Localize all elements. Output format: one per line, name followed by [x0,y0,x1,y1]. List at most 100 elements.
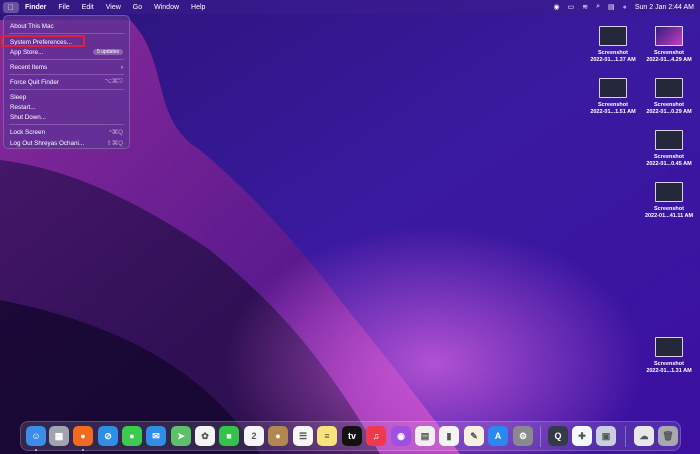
menu-go[interactable]: Go [127,4,148,11]
chevron-right-icon: › [120,63,123,71]
menu-view[interactable]: View [100,4,127,11]
firefox-icon: ● [80,431,86,441]
music-icon: ♫ [372,431,380,441]
dock-app-notes[interactable]: ≡ [317,426,337,446]
dock-app-plus-app[interactable]: ✚ [572,426,592,446]
finder-icon: ☺ [31,431,41,441]
dock-app-messages[interactable]: ● [122,426,142,446]
dock-app-maps[interactable]: ➤ [171,426,191,446]
separator [9,33,124,34]
desktop-file-screenshot[interactable]: Screenshot 2022-01...1.31 AM [641,337,697,375]
menu-item-log-out[interactable]: Log Out Shreyas Ochani... ⇧⌘Q [10,138,123,148]
dock-app-launchpad[interactable]: ▦ [49,426,69,446]
dock-app-downloads[interactable]: ☁ [634,426,654,446]
separator [9,89,124,90]
messages-icon: ● [129,431,135,441]
dock-app-app-store[interactable]: A [488,426,508,446]
menu-finder[interactable]: Finder [19,4,52,11]
numbers-icon: ▮ [446,430,452,441]
dock-app-system-preferences[interactable]: ⚙ [513,426,533,446]
dock-app-quicktime[interactable]: Q [548,426,568,446]
desktop-file-screenshot[interactable]: Screenshot 2022-01...0.45 AM [641,130,697,168]
label: Shut Down... [10,113,47,121]
user-icon[interactable]: ◉ [553,3,559,11]
dock-app-podcasts[interactable]: ◉ [391,426,411,446]
dock-app-mail[interactable]: ✉ [146,426,166,446]
trash-icon: 🗑 [662,430,674,441]
label: Lock Screen [10,128,46,136]
dock-separator [625,426,626,447]
file-thumbnail [655,130,683,150]
dock-app-reminders[interactable]: ☰ [293,426,313,446]
desktop-file-screenshot[interactable]: Screenshot 2022-01...41.11 AM [641,182,697,220]
facetime-icon: ■ [226,431,232,441]
menu-edit[interactable]: Edit [76,4,100,11]
pages-icon: ✎ [470,430,478,441]
plus-app-icon: ✚ [578,430,586,441]
dock-app-photos[interactable]: ✿ [195,426,215,446]
menu-item-sleep[interactable]: Sleep [10,92,123,102]
menu-item-force-quit[interactable]: Force Quit Finder ⌥⌘⎋ [10,77,123,87]
desktop-file-screenshot[interactable]: Screenshot 2022-01...1.51 AM [585,78,641,116]
search-icon[interactable]: ⌕ [596,3,600,11]
dock-app-tv[interactable]: tv [342,426,362,446]
wifi-icon[interactable]: ≋ [582,3,588,11]
apple-menu-button[interactable]:  [3,1,19,13]
label: Sleep [10,93,27,101]
file-thumbnail [599,78,627,98]
menu-item-about[interactable]: About This Mac [10,21,123,31]
menu-item-app-store[interactable]: App Store... 5 updates [10,47,123,57]
dock-app-preview[interactable]: ▣ [596,426,616,446]
tv-icon: tv [347,431,356,441]
menu-item-restart[interactable]: Restart... [10,102,123,112]
contacts-icon: ● [275,431,281,441]
menu-item-shut-down[interactable]: Shut Down... [10,112,123,122]
safari-icon: ⊘ [104,430,112,441]
dock-app-finder[interactable]: ☺ [26,426,46,446]
dock-app-trash[interactable]: 🗑 [658,426,678,446]
dock-app-facetime[interactable]: ■ [219,426,239,446]
calendar-icon: 2 [251,431,257,441]
launchpad-icon: ▦ [54,430,64,441]
notes-icon: ≡ [324,431,330,441]
battery-icon[interactable]: ▭ [568,3,575,11]
reminders-icon: ☰ [298,430,308,441]
menu-help[interactable]: Help [185,4,211,11]
desktop-file-screenshot[interactable]: Screenshot 2022-01...4.29 AM [641,26,697,64]
dock-app-pages[interactable]: ✎ [464,426,484,446]
menu-item-lock-screen[interactable]: Lock Screen ^⌘Q [10,127,123,137]
desktop-file-screenshot[interactable]: Screenshot 2022-01...1.37 AM [585,26,641,64]
dock-app-calendar[interactable]: 2 [244,426,264,446]
preview-icon: ▣ [601,430,611,441]
file-thumbnail [655,182,683,202]
dock-app-contacts[interactable]: ● [268,426,288,446]
siri-icon[interactable]: ● [623,4,627,11]
separator [9,124,124,125]
updates-badge: 5 updates [93,49,123,55]
control-center-icon[interactable]: ▤ [608,3,615,11]
clock[interactable]: Sun 2 Jan 2:44 AM [635,4,694,11]
desktop-file-screenshot[interactable]: Screenshot 2022-01...0.29 AM [641,78,697,116]
photos-icon: ✿ [201,430,209,441]
dock-app-firefox[interactable]: ● [73,426,93,446]
dock-app-music[interactable]: ♫ [366,426,386,446]
dock-app-numbers[interactable]: ▮ [439,426,459,446]
downloads-icon: ☁ [639,430,649,441]
file-title: Screenshot [654,50,684,56]
file-title: Screenshot [598,50,628,56]
app-store-icon: A [494,431,502,441]
menu-item-recent-items[interactable]: Recent Items › [10,62,123,72]
label: Log Out Shreyas Ochani... [10,139,85,147]
file-thumbnail [599,26,627,46]
file-title: Screenshot [654,206,684,212]
dock-app-safari[interactable]: ⊘ [98,426,118,446]
shortcut: ⇧⌘Q [106,139,123,147]
system-preferences-icon: ⚙ [518,430,528,441]
menu-window[interactable]: Window [148,4,185,11]
status-area: ◉ ▭ ≋ ⌕ ▤ ● Sun 2 Jan 2:44 AM [553,0,694,14]
dock-app-keynote[interactable]: ▤ [415,426,435,446]
menu-file[interactable]: File [52,4,75,11]
shortcut: ⌥⌘⎋ [104,78,123,85]
file-subtitle: 2022-01...0.45 AM [646,161,692,167]
mail-icon: ✉ [152,430,160,441]
